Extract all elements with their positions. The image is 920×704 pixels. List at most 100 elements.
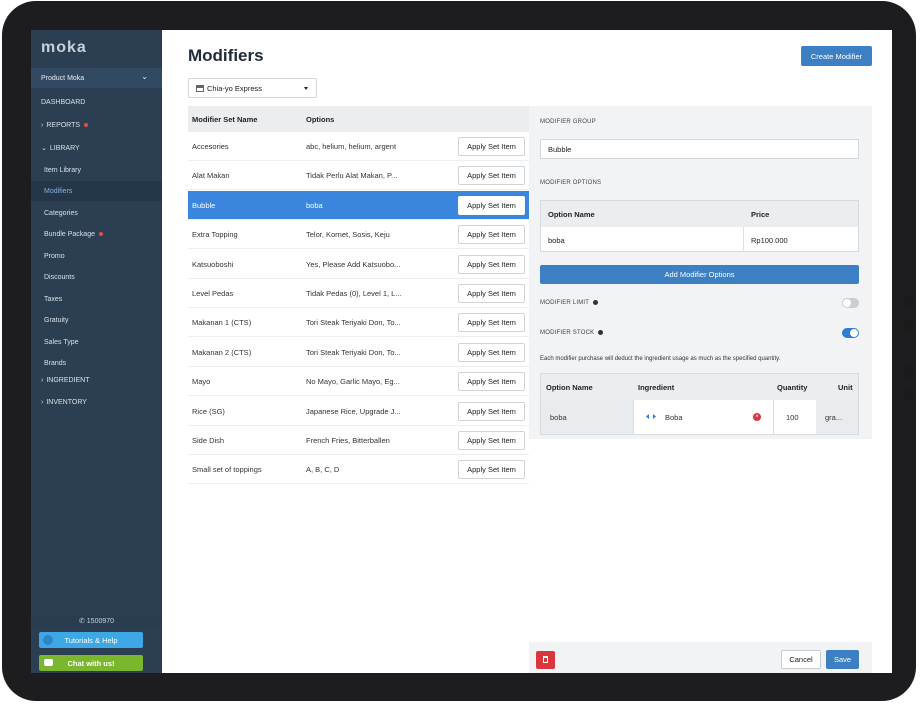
nav-dashboard[interactable]: DASHBOARD xyxy=(31,92,162,112)
modifier-table: Modifier Set Name Options Accesories abc,… xyxy=(188,106,529,485)
ingredient-select[interactable]: Boba × xyxy=(633,400,773,434)
nav-gratuity[interactable]: Gratuity xyxy=(31,310,162,330)
nav-sales-type[interactable]: Sales Type xyxy=(31,332,162,352)
cancel-button[interactable]: Cancel xyxy=(781,650,821,669)
modifier-stock-text: MODIFIER STOCK xyxy=(540,330,595,337)
modifier-options-cell: Tidak Pedas (0), Level 1, L... xyxy=(306,289,402,298)
modifier-stock-toggle[interactable] xyxy=(842,328,859,338)
account-switcher[interactable]: Product Moka ⌄ xyxy=(31,68,162,88)
phone-number: 1500970 xyxy=(86,618,115,625)
add-modifier-options-button[interactable]: Add Modifier Options xyxy=(540,265,859,284)
table-row[interactable]: Rice (SG) Japanese Rice, Upgrade J... Appl… xyxy=(188,396,529,426)
nav-item-library[interactable]: Item Library xyxy=(31,160,162,180)
nav-bundle-package[interactable]: Bundle Package xyxy=(31,224,162,244)
help-icon xyxy=(43,635,53,645)
remove-ingredient-icon[interactable]: × xyxy=(753,413,761,421)
table-row[interactable]: Bubble boba Apply Set Item xyxy=(188,190,529,220)
apply-set-item-button[interactable]: Apply Set Item xyxy=(458,313,525,333)
ingredient-option-cell: boba xyxy=(550,413,567,422)
modifier-name-cell: Side Dish xyxy=(192,436,225,445)
stock-description: Each modifier purchase will deduct the i… xyxy=(540,356,781,362)
device-button xyxy=(904,389,914,401)
nav-label: REPORTS xyxy=(46,121,81,129)
apply-set-item-button[interactable]: Apply Set Item xyxy=(458,195,525,215)
apply-set-item-button[interactable]: Apply Set Item xyxy=(458,342,525,362)
modifier-options-cell: Yes, Please Add Katsuobo... xyxy=(306,259,401,269)
apply-set-item-button[interactable]: Apply Set Item xyxy=(458,166,525,186)
quantity-input[interactable]: 100 xyxy=(773,400,816,434)
create-modifier-button[interactable]: Create Modifier xyxy=(801,46,872,66)
nav-modifiers[interactable]: Modifiers xyxy=(31,181,162,201)
table-row[interactable]: Extra Topping Telor, Kornet, Sosis, Keju A… xyxy=(188,220,529,250)
chat-button[interactable]: Chat with us! xyxy=(39,655,143,671)
account-name: Product Moka xyxy=(41,74,85,82)
option-name-cell[interactable]: boba xyxy=(548,236,565,245)
apply-set-item-button[interactable]: Apply Set Item xyxy=(458,137,525,156)
nav-label: LIBRARY xyxy=(49,144,80,152)
col-option-name: Option Name xyxy=(548,210,595,219)
table-row[interactable]: Katsuoboshi Yes, Please Add Katsuobo... Ap… xyxy=(188,249,529,279)
modifier-group-label: MODIFIER GROUP xyxy=(540,119,596,125)
nav-library[interactable]: ⌄ LIBRARY xyxy=(31,138,162,158)
table-row[interactable]: Makanan 2 (CTS) Tori Steak Teriyaki Don, … xyxy=(188,337,529,367)
info-icon xyxy=(592,300,598,305)
modifier-group-input[interactable]: Bubble xyxy=(540,139,859,159)
chat-icon xyxy=(44,659,53,666)
table-row[interactable]: Side Dish French Fries, Bitterballen Apply… xyxy=(188,426,529,455)
table-row[interactable]: Small set of toppings A, B, C, D Apply Set… xyxy=(188,455,529,485)
table-header: Modifier Set Name Options xyxy=(188,106,529,132)
outlet-select[interactable]: Chia-yo Express xyxy=(188,78,317,98)
nav-label: Discounts xyxy=(44,273,75,281)
apply-set-item-button[interactable]: Apply Set Item xyxy=(458,225,525,245)
nav-label: Brands xyxy=(44,359,67,367)
phone-icon: ✆ xyxy=(78,618,85,625)
table-row[interactable]: Makanan 1 (CTS) Tori Steak Teriyaki Don, … xyxy=(188,308,529,338)
nav-label: Taxes xyxy=(44,295,63,303)
nav-promo[interactable]: Promo xyxy=(31,246,162,266)
table-row[interactable]: Alat Makan Tidak Perlu Alat Makan, P... Ap… xyxy=(188,161,529,191)
nav-label: Item Library xyxy=(44,166,81,174)
option-price-cell[interactable]: Rp100.000 xyxy=(751,236,788,245)
delete-button[interactable] xyxy=(536,651,555,669)
quantity-value: 100 xyxy=(786,413,799,422)
modifier-name-cell: Accesories xyxy=(192,142,229,151)
nav-taxes[interactable]: Taxes xyxy=(31,289,162,309)
chevron-down-icon: ⌄ xyxy=(41,145,47,152)
table-row[interactable]: Accesories abc, helium, helium, argent App… xyxy=(188,132,529,161)
col-price: Price xyxy=(751,210,770,219)
table-row[interactable]: Level Pedas Tidak Pedas (0), Level 1, L..… xyxy=(188,279,529,308)
modifier-name-cell: Bubble xyxy=(192,200,216,210)
apply-set-item-button[interactable]: Apply Set Item xyxy=(458,431,525,450)
apply-set-item-button[interactable]: Apply Set Item xyxy=(458,284,525,303)
nav-reports[interactable]: › REPORTS xyxy=(31,115,162,135)
chevron-right-icon: › xyxy=(41,398,44,406)
modifier-name-cell: Makanan 2 (CTS) xyxy=(192,347,252,357)
save-button[interactable]: Save xyxy=(826,650,859,669)
table-row[interactable]: Mayo No Mayo, Garlic Mayo, Eg... Apply Set… xyxy=(188,367,529,397)
unit-cell: gra... xyxy=(825,413,843,422)
chevron-right-icon: › xyxy=(41,121,44,129)
modifier-options-cell: A, B, C, D xyxy=(306,465,340,475)
apply-set-item-button[interactable]: Apply Set Item xyxy=(458,372,525,392)
tutorials-help-button[interactable]: Tutorials & Help xyxy=(39,632,143,648)
notification-dot xyxy=(84,123,89,127)
ingredient-table-header: Option Name Ingredient Quantity Unit xyxy=(541,374,858,400)
apply-set-item-button[interactable]: Apply Set Item xyxy=(458,254,525,274)
toggle-knob xyxy=(843,299,851,307)
modifier-options-cell: Telor, Kornet, Sosis, Keju xyxy=(306,230,390,240)
nav-inventory[interactable]: › INVENTORY xyxy=(31,392,162,412)
nav-ingredient[interactable]: › INGREDIENT xyxy=(31,370,162,390)
nav-categories[interactable]: Categories xyxy=(31,203,162,223)
device-button xyxy=(904,366,914,378)
panel-footer: Cancel Save xyxy=(529,642,872,673)
tutorials-label: Tutorials & Help xyxy=(64,635,118,645)
ingredient-table: Option Name Ingredient Quantity Unit bob… xyxy=(540,373,859,435)
modifier-limit-toggle[interactable] xyxy=(842,298,859,308)
apply-set-item-button[interactable]: Apply Set Item xyxy=(458,460,525,480)
col-unit: Unit xyxy=(838,383,853,392)
modifier-name-cell: Small set of toppings xyxy=(192,465,262,475)
nav-discounts[interactable]: Discounts xyxy=(31,267,162,287)
apply-set-item-button[interactable]: Apply Set Item xyxy=(458,401,525,421)
modifier-limit-text: MODIFIER LIMIT xyxy=(540,300,590,307)
link-icon xyxy=(646,414,656,419)
